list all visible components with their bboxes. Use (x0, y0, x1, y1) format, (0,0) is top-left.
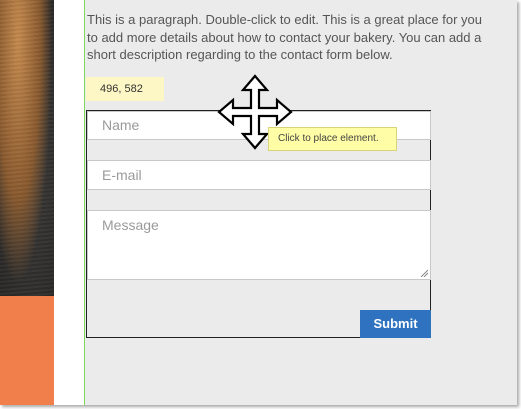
page-margin (54, 0, 84, 405)
name-placeholder: Name (102, 117, 140, 133)
paragraph-line-1: This is a paragraph. Double-click to edi… (87, 12, 483, 27)
resize-grip-icon[interactable] (420, 269, 428, 277)
editor-canvas[interactable]: This is a paragraph. Double-click to edi… (0, 0, 517, 405)
paragraph-line-3: short description regarding to the conta… (87, 47, 393, 62)
email-placeholder: E-mail (102, 167, 142, 183)
background-photo (0, 0, 54, 296)
paragraph-line-2: to add more details about how to contact… (87, 29, 482, 45)
alignment-guide-line (84, 0, 85, 405)
message-field[interactable]: Message (87, 210, 431, 280)
orange-color-block (0, 296, 54, 405)
contact-paragraph[interactable]: This is a paragraph. Double-click to edi… (87, 11, 517, 64)
email-field[interactable]: E-mail (87, 160, 431, 190)
placement-tooltip: Click to place element. (268, 127, 397, 151)
submit-button[interactable]: Submit (360, 310, 431, 338)
position-readout: 496, 582 (86, 77, 164, 101)
message-placeholder: Message (102, 217, 159, 233)
